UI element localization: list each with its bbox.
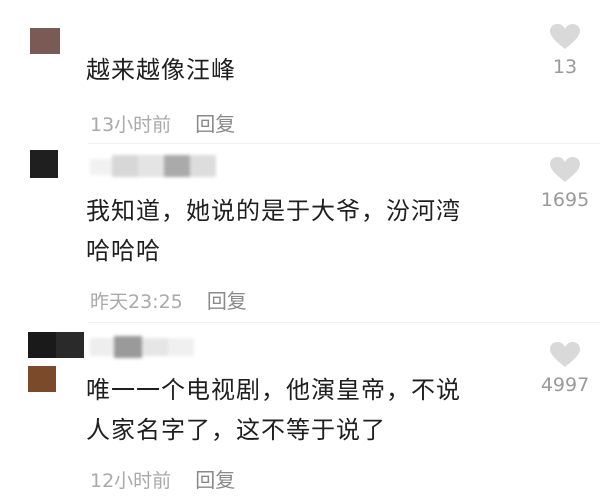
heart-icon [550, 157, 580, 182]
comment-time: 昨天23:25 [90, 291, 183, 313]
comment-item: 越来越像汪峰 13小时前 回复 13 [0, 0, 600, 140]
comment-meta: 昨天23:25 回复 [90, 285, 247, 314]
like-button[interactable]: 4997 [535, 342, 595, 396]
comment-text-line: 越来越像汪峰 [86, 56, 236, 84]
comment-time: 12小时前 [90, 470, 172, 492]
like-count: 1695 [540, 189, 590, 211]
like-button[interactable]: 1695 [535, 157, 595, 211]
comment-text: 唯一一个电视剧，他演皇帝，不说 人家名字了，这不等于说了 [86, 370, 461, 450]
divider [88, 322, 600, 323]
like-button[interactable]: 13 [535, 24, 595, 78]
comment-meta: 13小时前 回复 [90, 108, 235, 137]
heart-icon [550, 342, 580, 367]
comment-text-line: 我知道，她说的是于大爷，汾河湾 [86, 197, 461, 225]
avatar[interactable] [30, 28, 60, 54]
comment-item: 我知道，她说的是于大爷，汾河湾 哈哈哈 昨天23:25 回复 1695 [0, 145, 600, 320]
reply-button[interactable]: 回复 [207, 289, 247, 313]
avatar[interactable] [28, 332, 84, 392]
comment-meta: 12小时前 回复 [90, 464, 235, 493]
heart-icon [550, 24, 580, 49]
comment-text-line: 哈哈哈 [86, 237, 161, 265]
comment-text: 我知道，她说的是于大爷，汾河湾 哈哈哈 [86, 191, 461, 271]
like-count: 4997 [540, 374, 590, 396]
comment-text: 越来越像汪峰 [86, 50, 236, 90]
divider [88, 143, 600, 144]
reply-button[interactable]: 回复 [195, 468, 235, 492]
comment-text-line: 唯一一个电视剧，他演皇帝，不说 [86, 376, 461, 404]
reply-button[interactable]: 回复 [195, 112, 235, 136]
username-blurred[interactable] [90, 334, 230, 358]
username-blurred[interactable] [90, 153, 230, 177]
comment-time: 13小时前 [90, 114, 172, 136]
comment-item: 唯一一个电视剧，他演皇帝，不说 人家名字了，这不等于说了 12小时前 回复 49… [0, 324, 600, 498]
like-count: 13 [552, 56, 578, 78]
avatar[interactable] [30, 150, 58, 178]
comment-text-line: 人家名字了，这不等于说了 [86, 416, 386, 444]
